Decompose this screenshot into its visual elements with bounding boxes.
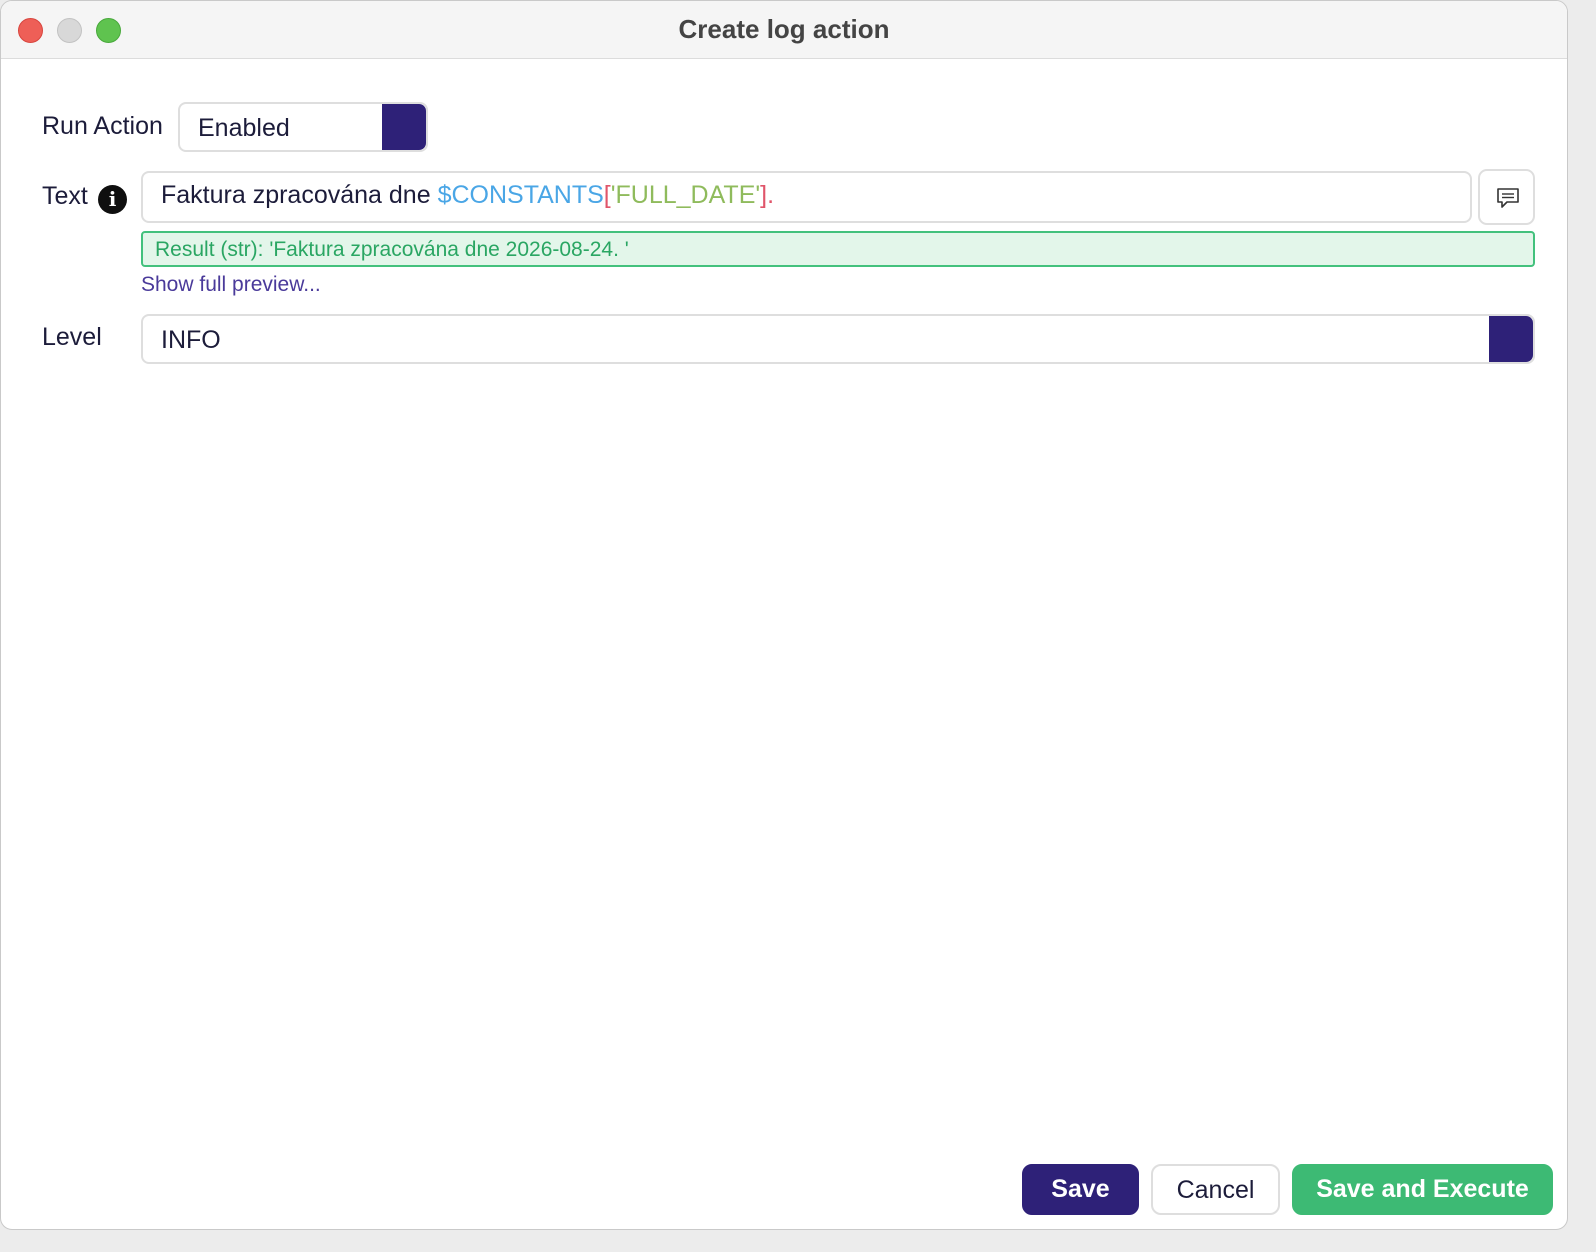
text-open-bracket: [ [603,181,611,209]
text-plain-segment: Faktura zpracována dne [161,181,438,209]
level-value: INFO [161,326,221,354]
save-button[interactable]: Save [1022,1164,1139,1215]
title-bar: Create log action [1,1,1567,59]
comment-button[interactable] [1478,169,1535,225]
level-label: Level [42,323,102,351]
text-expression-input[interactable]: Faktura zpracována dne $CONSTANTS['FULL_… [141,171,1472,223]
comment-icon [1497,188,1519,208]
save-and-execute-button[interactable]: Save and Execute [1292,1164,1553,1215]
level-select[interactable]: INFO [141,314,1535,364]
text-variable-segment: $CONSTANTS [437,181,604,209]
cancel-button[interactable]: Cancel [1151,1164,1280,1215]
text-key-segment: 'FULL_DATE' [610,181,761,209]
level-dropdown-button[interactable] [1489,316,1533,362]
window-title: Create log action [678,14,890,44]
dialog-window: Create log action Run Action Enabled Tex… [0,0,1568,1230]
show-full-preview-link[interactable]: Show full preview... [141,273,321,297]
run-action-dropdown-button[interactable] [382,104,426,150]
run-action-select[interactable]: Enabled [178,102,428,152]
result-preview: Result (str): 'Faktura zpracována dne 20… [141,231,1535,267]
info-icon[interactable]: i [98,185,127,214]
text-label: Text [42,182,88,210]
text-tail-segment: . [767,181,775,209]
run-action-value: Enabled [198,114,290,142]
run-action-label: Run Action [42,112,163,140]
